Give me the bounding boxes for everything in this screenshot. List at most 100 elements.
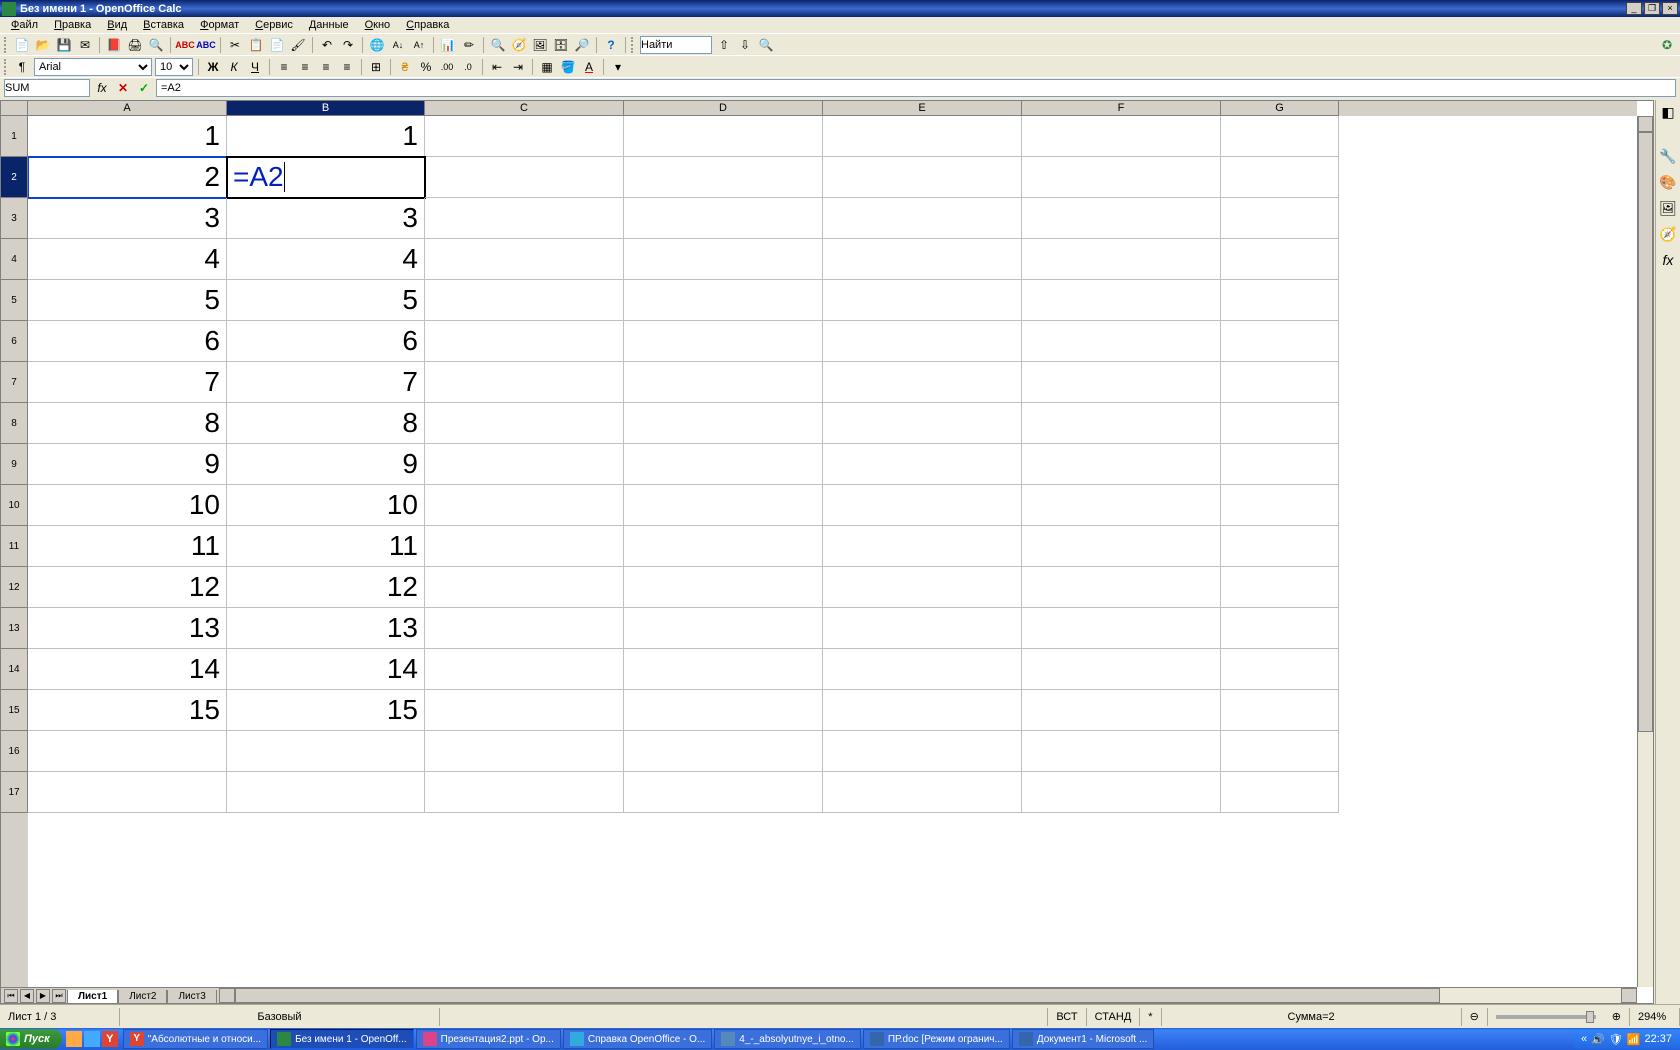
bgcolor-button[interactable]: 🪣 (559, 58, 577, 76)
align-left-button[interactable]: ≡ (275, 58, 293, 76)
cell-G3[interactable] (1221, 198, 1339, 239)
cell-F16[interactable] (1022, 731, 1221, 772)
cell-C7[interactable] (425, 362, 624, 403)
cell-G9[interactable] (1221, 444, 1339, 485)
font-name-select[interactable]: Arial (34, 58, 152, 76)
cell-D4[interactable] (624, 239, 823, 280)
sort-asc-button[interactable]: A↓ (389, 36, 407, 54)
row-header-17[interactable]: 17 (1, 772, 28, 813)
cell-F3[interactable] (1022, 198, 1221, 239)
cell-C12[interactable] (425, 567, 624, 608)
cell-D2[interactable] (624, 157, 823, 198)
cell-D10[interactable] (624, 485, 823, 526)
font-size-select[interactable]: 10 (155, 58, 193, 76)
cell-D1[interactable] (624, 116, 823, 157)
row-header-4[interactable]: 4 (1, 239, 28, 280)
cell-E2[interactable] (823, 157, 1022, 198)
taskbar-item[interactable]: Справка OpenOffice - O... (563, 1029, 712, 1049)
cell-F10[interactable] (1022, 485, 1221, 526)
sheet-tab-Лист1[interactable]: Лист1 (67, 990, 118, 1004)
new-doc-button[interactable]: 📄 (13, 36, 31, 54)
cancel-formula-button[interactable]: ✕ (114, 79, 132, 97)
clock[interactable]: 22:37 (1644, 1033, 1672, 1045)
italic-button[interactable]: К (225, 58, 243, 76)
row-header-12[interactable]: 12 (1, 567, 28, 608)
cell-C2[interactable] (425, 157, 624, 198)
quicklaunch-icon[interactable]: Y (102, 1031, 118, 1047)
gallery-icon[interactable]: 🖼 (1659, 200, 1677, 218)
tab-first-button[interactable]: ⏮ (4, 989, 18, 1003)
status-style[interactable]: Базовый (120, 1008, 440, 1026)
cell-F9[interactable] (1022, 444, 1221, 485)
cell-B5[interactable]: 5 (227, 280, 425, 321)
cell-B16[interactable] (227, 731, 425, 772)
tray-icon[interactable]: 🔊 (1591, 1033, 1605, 1046)
cell-F15[interactable] (1022, 690, 1221, 731)
styles-icon[interactable]: 🎨 (1659, 174, 1677, 192)
hscroll-thumb[interactable] (235, 988, 1440, 1003)
start-button[interactable]: Пуск (0, 1029, 62, 1049)
print-button[interactable]: 🖨 (126, 36, 144, 54)
menu-справка[interactable]: Справка (399, 18, 456, 32)
cell-D16[interactable] (624, 731, 823, 772)
cell-A6[interactable]: 6 (28, 321, 227, 362)
system-tray[interactable]: « 🔊 🛡 📶 22:37 (1573, 1029, 1680, 1049)
navigator-icon[interactable]: 🧭 (1659, 226, 1677, 244)
sheet-tab-Лист2[interactable]: Лист2 (118, 990, 167, 1004)
cell-G8[interactable] (1221, 403, 1339, 444)
menu-формат[interactable]: Формат (193, 18, 246, 32)
zoom-out-button[interactable]: ⊖ (1462, 1008, 1488, 1026)
column-header-D[interactable]: D (624, 101, 823, 116)
cell-C9[interactable] (425, 444, 624, 485)
find-next-button[interactable]: ⇩ (736, 36, 754, 54)
menu-правка[interactable]: Правка (47, 18, 98, 32)
taskbar-item[interactable]: 4_-_absolyutnye_i_otno... (714, 1029, 861, 1049)
menu-вставка[interactable]: Вставка (136, 18, 191, 32)
cell-G14[interactable] (1221, 649, 1339, 690)
tray-icon[interactable]: 🛡 (1609, 1033, 1623, 1046)
select-all-corner[interactable] (1, 101, 28, 116)
cell-F1[interactable] (1022, 116, 1221, 157)
taskbar-item[interactable]: Y"Абсолютные и относи... (123, 1029, 268, 1049)
toolbar-grip[interactable] (4, 59, 8, 75)
percent-button[interactable]: % (417, 58, 435, 76)
row-header-13[interactable]: 13 (1, 608, 28, 649)
cell-B13[interactable]: 13 (227, 608, 425, 649)
cell-G7[interactable] (1221, 362, 1339, 403)
cell-D6[interactable] (624, 321, 823, 362)
quicklaunch-icon[interactable] (66, 1031, 82, 1047)
cell-D9[interactable] (624, 444, 823, 485)
cell-D17[interactable] (624, 772, 823, 813)
cell-A10[interactable]: 10 (28, 485, 227, 526)
cells-grid[interactable]: 112=A23344556677889910101111121213131414… (28, 116, 1637, 987)
cell-D7[interactable] (624, 362, 823, 403)
undo-button[interactable]: ↶ (318, 36, 336, 54)
cell-C1[interactable] (425, 116, 624, 157)
cell-G6[interactable] (1221, 321, 1339, 362)
row-header-2[interactable]: 2 (1, 157, 28, 198)
column-header-B[interactable]: B (227, 101, 425, 116)
decrease-indent-button[interactable]: ⇤ (488, 58, 506, 76)
toolbar-grip[interactable] (4, 37, 8, 53)
cell-A9[interactable]: 9 (28, 444, 227, 485)
row-header-8[interactable]: 8 (1, 403, 28, 444)
row-header-3[interactable]: 3 (1, 198, 28, 239)
cell-A8[interactable]: 8 (28, 403, 227, 444)
column-header-C[interactable]: C (425, 101, 624, 116)
cell-E4[interactable] (823, 239, 1022, 280)
minimize-button[interactable]: _ (1626, 2, 1642, 15)
chart-button[interactable]: 📊 (439, 36, 457, 54)
menu-вид[interactable]: Вид (100, 18, 134, 32)
menu-окно[interactable]: Окно (358, 18, 398, 32)
cell-C13[interactable] (425, 608, 624, 649)
cell-F5[interactable] (1022, 280, 1221, 321)
extension-icon[interactable]: ✪ (1658, 36, 1676, 54)
restore-button[interactable]: ❐ (1644, 2, 1660, 15)
email-button[interactable]: ✉ (76, 36, 94, 54)
taskbar-item[interactable]: ПР.doc [Режим огранич... (863, 1029, 1010, 1049)
row-header-6[interactable]: 6 (1, 321, 28, 362)
find-replace-button[interactable]: 🔍 (489, 36, 507, 54)
cell-E17[interactable] (823, 772, 1022, 813)
column-header-G[interactable]: G (1221, 101, 1339, 116)
cell-B14[interactable]: 14 (227, 649, 425, 690)
